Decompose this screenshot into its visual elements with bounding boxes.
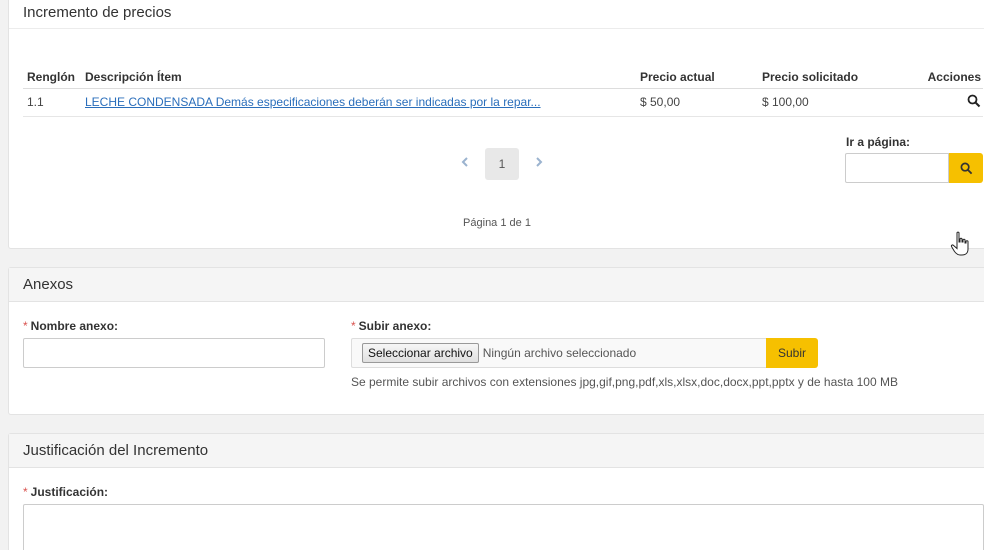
anexos-panel: Anexos * Nombre anexo: * Subir anexo: Sele… — [8, 267, 984, 415]
items-table: Renglón Descripción Ítem Precio actual P… — [23, 66, 983, 117]
chevron-left-icon[interactable] — [457, 155, 473, 173]
nombre-anexo-input[interactable] — [23, 338, 325, 368]
upload-button[interactable]: Subir — [766, 338, 818, 368]
justificacion-textarea[interactable] — [23, 504, 984, 550]
item-description-link[interactable]: LECHE CONDENSADA Demás especificaciones … — [85, 95, 541, 109]
justificacion-label: * Justificación: — [23, 485, 108, 499]
cell-acciones — [908, 88, 983, 117]
table-header-row: Renglón Descripción Ítem Precio actual P… — [23, 66, 983, 89]
justificacion-label-text: Justificación: — [30, 485, 109, 499]
pagination: 1 — [457, 148, 547, 180]
column-header-precio-actual: Precio actual — [636, 66, 758, 89]
search-icon[interactable] — [967, 94, 981, 108]
required-marker: * — [23, 319, 28, 333]
justificacion-panel: Justificación del Incremento * Justificac… — [8, 433, 984, 550]
column-header-renglon: Renglón — [23, 66, 81, 89]
page-button-current[interactable]: 1 — [485, 148, 519, 180]
goto-page-input[interactable] — [845, 153, 949, 183]
column-header-acciones: Acciones — [908, 66, 983, 89]
required-marker: * — [351, 319, 356, 333]
chevron-right-icon[interactable] — [531, 155, 547, 173]
required-marker: * — [23, 485, 28, 499]
nombre-anexo-label-text: Nombre anexo: — [30, 319, 119, 333]
anexos-panel-title: Anexos — [9, 268, 984, 302]
page-info: Página 1 de 1 — [463, 217, 531, 229]
justificacion-panel-title: Justificación del Incremento — [9, 434, 984, 468]
column-header-precio-solicitado: Precio solicitado — [758, 66, 908, 89]
file-input: Seleccionar archivo Ningún archivo selec… — [351, 338, 767, 368]
select-file-button[interactable]: Seleccionar archivo — [362, 343, 479, 363]
nombre-anexo-label: * Nombre anexo: — [23, 319, 118, 333]
file-status-text: Ningún archivo seleccionado — [482, 346, 637, 360]
goto-page-button[interactable] — [949, 153, 983, 183]
table-row: 1.1 LECHE CONDENSADA Demás especificacio… — [23, 88, 983, 117]
cell-descripcion: LECHE CONDENSADA Demás especificaciones … — [81, 88, 636, 117]
prices-panel: Incremento de precios Renglón Descripció… — [8, 0, 984, 249]
subir-anexo-label-text: Subir anexo: — [358, 319, 432, 333]
search-icon — [960, 162, 972, 174]
goto-page-label: Ir a página: — [846, 135, 911, 149]
cell-precio-actual: $ 50,00 — [636, 88, 758, 117]
upload-help-text: Se permite subir archivos con extensione… — [351, 375, 898, 389]
cell-renglon: 1.1 — [23, 88, 81, 117]
hand-cursor-icon — [950, 231, 969, 256]
column-header-descripcion: Descripción Ítem — [81, 66, 636, 89]
cell-precio-solicitado: $ 100,00 — [758, 88, 908, 117]
prices-panel-title: Incremento de precios — [9, 0, 984, 29]
subir-anexo-label: * Subir anexo: — [351, 319, 431, 333]
